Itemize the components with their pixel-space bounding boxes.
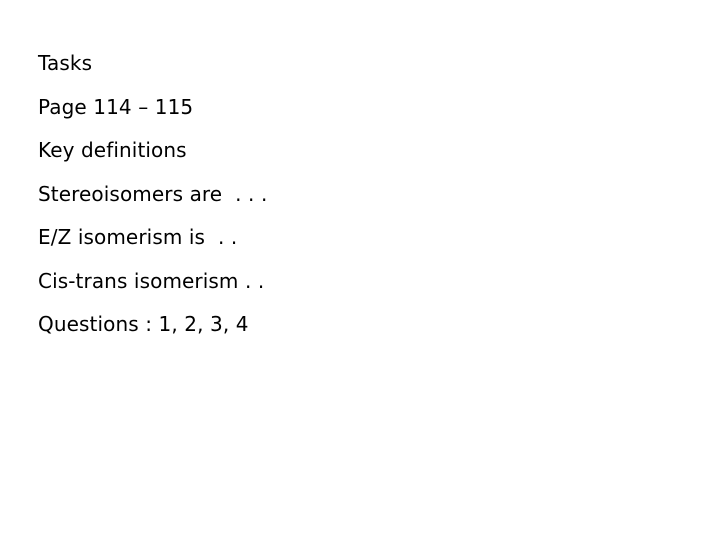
slide-line-questions: Questions : 1, 2, 3, 4 — [38, 312, 249, 336]
slide-line-cis-trans-isomerism: Cis-trans isomerism . . — [38, 268, 265, 293]
slide-line-ez-isomerism: E/Z isomerism is . . — [38, 225, 238, 249]
slide-line-stereoisomers: Stereoisomers are . . . — [38, 181, 268, 206]
slide-line-page-reference: Page 114 – 115 — [38, 94, 194, 119]
slide-canvas: Tasks Page 114 – 115 Key definitions Ste… — [0, 0, 720, 540]
slide-line-title: Tasks — [38, 51, 93, 75]
slide-line-key-definitions: Key definitions — [38, 138, 187, 162]
slide-content-body: Tasks Page 114 – 115 Key definitions Ste… — [38, 42, 678, 347]
